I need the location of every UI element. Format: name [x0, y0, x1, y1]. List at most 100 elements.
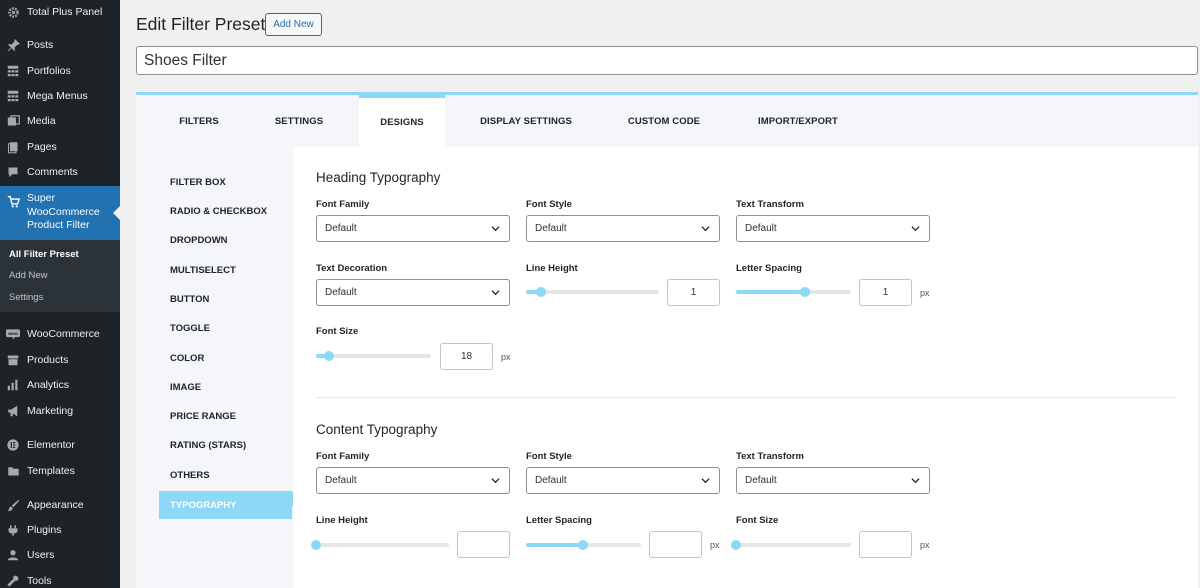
menu-marketing[interactable]: Marketing [0, 403, 120, 419]
menu-label: Mega Menus [27, 90, 88, 102]
design-menu-typography[interactable]: TYPOGRAPHY [159, 491, 292, 519]
gear-icon [6, 5, 20, 19]
page-title: Edit Filter Preset [136, 14, 266, 34]
menu-users[interactable]: Users [0, 547, 120, 563]
menu-mega-menus[interactable]: Mega Menus [0, 88, 120, 104]
slider-thumb[interactable] [578, 540, 588, 550]
menu-elementor[interactable]: Elementor [0, 437, 120, 453]
heading-letter-spacing-slider[interactable] [736, 287, 851, 297]
content-line-height-slider[interactable] [311, 540, 449, 550]
menu-tools[interactable]: Tools [0, 573, 120, 588]
design-menu-others[interactable]: OTHERS [170, 470, 210, 481]
content-font-size-input[interactable] [859, 531, 912, 558]
svg-text:woo: woo [8, 332, 18, 337]
design-menu-rating-stars[interactable]: RATING (STARS) [170, 440, 246, 451]
content-font-style-select[interactable]: Default [526, 467, 720, 494]
design-menu-multiselect[interactable]: MULTISELECT [170, 265, 236, 276]
submenu-settings[interactable]: Settings [9, 292, 43, 303]
heading-font-size-input[interactable]: 18 [440, 343, 493, 370]
tab-import-export[interactable]: IMPORT/EXPORT [744, 95, 852, 147]
menu-woocommerce[interactable]: woo WooCommerce [0, 326, 120, 342]
menu-analytics[interactable]: Analytics [0, 377, 120, 393]
woo-icon: woo [6, 327, 20, 341]
menu-media[interactable]: Media [0, 113, 120, 129]
content-text-transform-select[interactable]: Default [736, 467, 930, 494]
menu-plugins[interactable]: Plugins [0, 522, 120, 538]
design-menu-image[interactable]: IMAGE [170, 382, 201, 393]
design-menu-price-range[interactable]: PRICE RANGE [170, 411, 236, 422]
tab-custom-code[interactable]: CUSTOM CODE [616, 95, 712, 147]
design-menu-button[interactable]: BUTTON [170, 294, 209, 305]
tab-settings[interactable]: SETTINGS [260, 95, 338, 147]
tab-display-settings[interactable]: DISPLAY SETTINGS [470, 95, 582, 147]
brush-icon [6, 498, 20, 512]
design-menu-filter-box[interactable]: FILTER BOX [170, 177, 226, 188]
slider-thumb[interactable] [536, 287, 546, 297]
menu-pages[interactable]: Pages [0, 139, 120, 155]
add-new-button[interactable]: Add New [265, 13, 322, 36]
submenu-all-filter-preset[interactable]: All Filter Preset [9, 249, 79, 260]
menu-label: Pages [27, 141, 57, 153]
menu-label: Analytics [27, 379, 70, 391]
content-letter-spacing-slider[interactable] [526, 540, 641, 550]
tab-filters[interactable]: FILTERS [160, 95, 238, 147]
submenu-add-new[interactable]: Add New [9, 270, 48, 281]
preset-title-input[interactable] [136, 46, 1198, 75]
menu-super-woocommerce-product-filter[interactable]: Super WooCommerce Product Filter [0, 186, 120, 240]
slider-thumb[interactable] [731, 540, 741, 550]
slider-thumb[interactable] [311, 540, 321, 550]
heading-line-height-input[interactable]: 1 [667, 279, 720, 306]
archive-icon [6, 353, 20, 367]
content-font-size-slider[interactable] [731, 540, 851, 550]
heading-typography-title: Heading Typography [316, 170, 441, 185]
select-value: Default [745, 475, 777, 486]
menu-label: Appearance [27, 499, 84, 511]
heading-letter-spacing-input[interactable]: 1 [859, 279, 912, 306]
heading-text-transform-select[interactable]: Default [736, 215, 930, 242]
content-font-family-select[interactable]: Default [316, 467, 510, 494]
menu-total-plus-panel[interactable]: Total Plus Panel [0, 4, 120, 20]
tab-designs[interactable]: DESIGNS [359, 95, 445, 147]
content-line-height-input[interactable] [457, 531, 510, 558]
folder-icon [6, 464, 20, 478]
unit-label: px [920, 540, 930, 550]
design-menu-toggle[interactable]: TOGGLE [170, 323, 210, 334]
menu-products[interactable]: Products [0, 352, 120, 368]
menu-label: Comments [27, 166, 78, 178]
menu-templates[interactable]: Templates [0, 463, 120, 479]
admin-sidebar: Total Plus Panel Posts Portfolios Mega M… [0, 0, 120, 588]
content-font-size-label: Font Size [736, 515, 779, 526]
select-value: Default [535, 223, 567, 234]
elementor-icon [6, 438, 20, 452]
select-value: Default [325, 223, 357, 234]
menu-comments[interactable]: Comments [0, 164, 120, 180]
slider-fill [736, 290, 805, 294]
slider-thumb[interactable] [800, 287, 810, 297]
menu-label: Plugins [27, 524, 62, 536]
heading-font-family-select[interactable]: Default [316, 215, 510, 242]
slider-fill [526, 543, 583, 547]
content-letter-spacing-input[interactable] [649, 531, 702, 558]
heading-line-height-slider[interactable] [526, 287, 659, 297]
design-menu-radio-checkbox[interactable]: RADIO & CHECKBOX [170, 206, 267, 217]
select-value: Default [535, 475, 567, 486]
chevron-down-icon [701, 226, 710, 232]
design-menu-dropdown[interactable]: DROPDOWN [170, 235, 228, 246]
select-value: Default [325, 475, 357, 486]
menu-label: Elementor [27, 439, 75, 451]
design-menu-color[interactable]: COLOR [170, 353, 204, 364]
bar-chart-icon [6, 378, 20, 392]
current-menu-arrow [113, 206, 120, 220]
menu-posts[interactable]: Posts [0, 37, 120, 53]
heading-text-transform-label: Text Transform [736, 199, 804, 210]
heading-font-size-slider[interactable] [316, 351, 431, 361]
slider-thumb[interactable] [324, 351, 334, 361]
menu-portfolios[interactable]: Portfolios [0, 63, 120, 79]
heading-font-style-select[interactable]: Default [526, 215, 720, 242]
heading-text-decoration-select[interactable]: Default [316, 279, 510, 306]
menu-appearance[interactable]: Appearance [0, 497, 120, 513]
menu-label: Media [27, 115, 56, 127]
menu-label: Users [27, 549, 55, 561]
chevron-down-icon [491, 478, 500, 484]
select-value: Default [745, 223, 777, 234]
